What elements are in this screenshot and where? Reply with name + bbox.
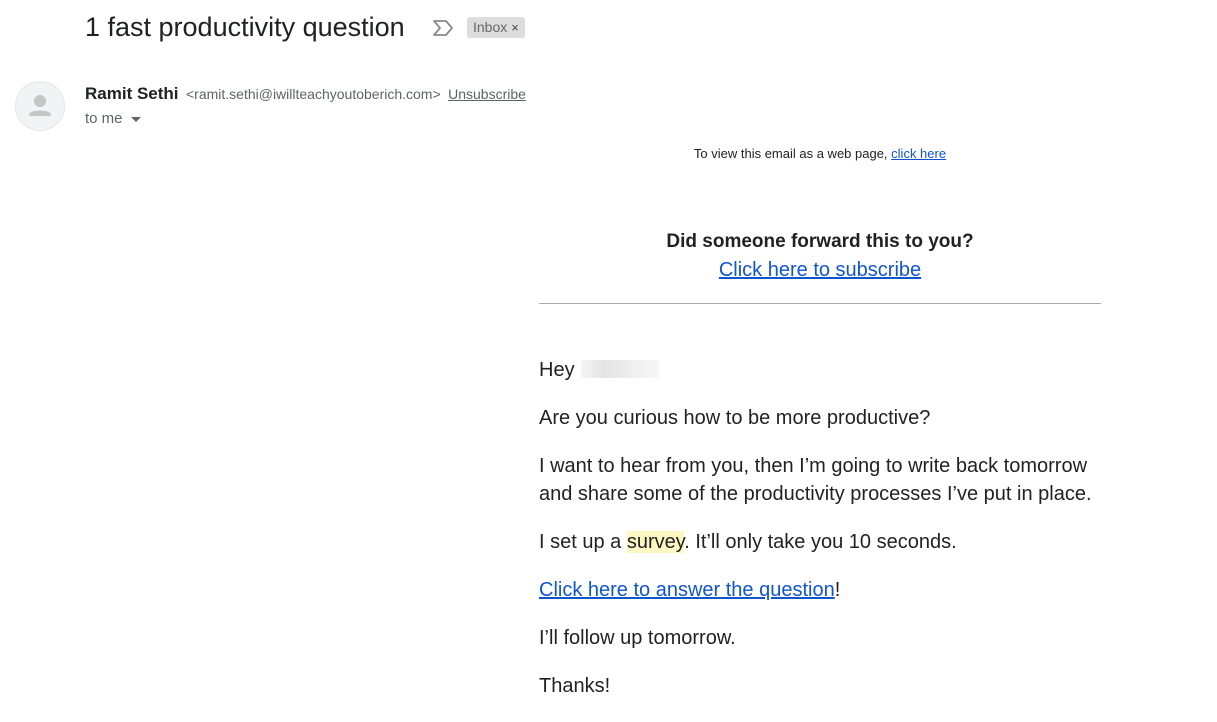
- recipients-label: to me: [85, 110, 123, 127]
- survey-highlight: survey: [626, 531, 685, 553]
- paragraph-4: Click here to answer the question!: [539, 576, 1109, 604]
- message-body: Hey Are you curious how to be more produ…: [539, 356, 1109, 720]
- paragraph-2: I want to hear from you, then I’m going …: [539, 455, 1092, 505]
- subscribe-link[interactable]: Click here to subscribe: [719, 254, 921, 286]
- answer-suffix: !: [834, 579, 841, 601]
- paragraph-1: Are you curious how to be more productiv…: [539, 407, 931, 429]
- caret-down-icon[interactable]: [130, 116, 141, 122]
- remove-label-icon[interactable]: ×: [511, 20, 519, 35]
- divider: [539, 303, 1101, 304]
- inbox-label-chip: Inbox ×: [467, 17, 525, 38]
- email-subject: 1 fast productivity question: [85, 12, 405, 42]
- person-icon: [29, 95, 51, 116]
- greeting: Hey: [539, 359, 575, 381]
- forward-notice: Did someone forward this to you? Click h…: [539, 230, 1101, 286]
- webview-link[interactable]: click here: [891, 146, 946, 161]
- sender-email: <ramit.sethi@iwillteachyoutoberich.com>: [185, 86, 441, 102]
- sender-name[interactable]: Ramit Sethi: [85, 84, 179, 103]
- webview-text: To view this email as a web page,: [693, 146, 888, 161]
- greeting-line: Hey: [539, 356, 1109, 384]
- paragraph-5: I’ll follow up tomorrow.: [539, 627, 736, 649]
- importance-marker-icon[interactable]: [432, 19, 454, 37]
- redacted-name: [580, 360, 659, 378]
- forward-question: Did someone forward this to you?: [666, 231, 974, 252]
- unsubscribe-link[interactable]: Unsubscribe: [448, 86, 526, 102]
- p3-before: I set up a: [539, 531, 627, 553]
- label-name: Inbox: [473, 19, 508, 35]
- paragraph-3: I set up a survey. It’ll only take you 1…: [539, 528, 1109, 556]
- sender-line: Ramit Sethi <ramit.sethi@iwillteachyouto…: [85, 84, 526, 104]
- avatar[interactable]: [15, 81, 65, 131]
- answer-question-link[interactable]: Click here to answer the question: [539, 579, 835, 601]
- recipients-toggle[interactable]: to me: [85, 110, 141, 127]
- p3-after: . It’ll only take you 10 seconds.: [684, 531, 957, 553]
- paragraph-6: Thanks!: [539, 675, 611, 697]
- webview-notice: To view this email as a web page, click …: [539, 146, 1101, 161]
